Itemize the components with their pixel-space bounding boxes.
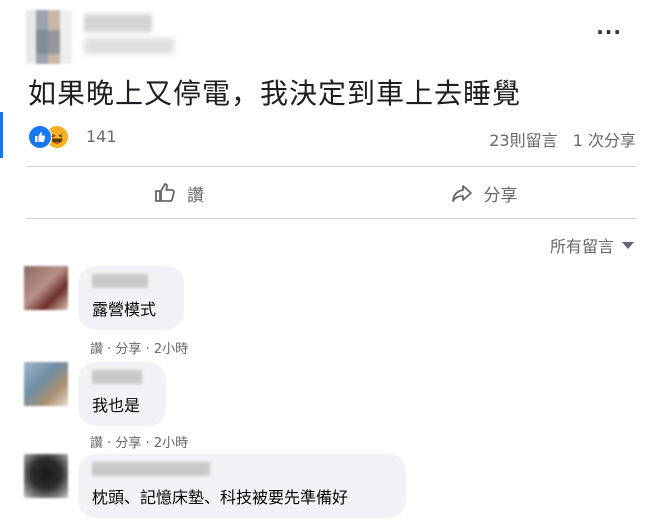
comment-item: 露營模式 讚 · 分享 · 2小時 bbox=[24, 266, 644, 357]
like-button[interactable]: 讚 bbox=[26, 168, 331, 218]
author-avatar[interactable] bbox=[26, 10, 72, 64]
post-stats: 141 23則留言 1 次分享 bbox=[28, 124, 636, 152]
comment-text: 我也是 bbox=[92, 396, 141, 415]
comment-count[interactable]: 23則留言 bbox=[489, 131, 557, 150]
comment-bubble: 我也是 bbox=[78, 362, 166, 426]
comment-like-link[interactable]: 讚 bbox=[90, 342, 103, 357]
comment-meta: 讚 · 分享 · 2小時 bbox=[90, 432, 188, 451]
separator: · bbox=[141, 342, 154, 357]
more-options-icon[interactable]: ··· bbox=[596, 22, 622, 42]
post-actions: 讚 分享 bbox=[26, 168, 636, 218]
comment-sort-label: 所有留言 bbox=[549, 237, 614, 256]
caret-down-icon bbox=[622, 241, 634, 249]
commenter-name-blurred[interactable] bbox=[92, 274, 148, 288]
divider-top bbox=[26, 166, 636, 167]
post-time-blurred bbox=[84, 38, 174, 54]
comment-item: 枕頭、記憶床墊、科技被要先準備好 bbox=[24, 454, 644, 520]
separator: · bbox=[141, 436, 154, 451]
like-reaction-icon bbox=[28, 125, 52, 149]
comment-share-link[interactable]: 分享 bbox=[115, 342, 141, 357]
share-arrow-icon bbox=[451, 185, 472, 202]
left-accent-bar bbox=[0, 112, 3, 158]
comment-meta: 讚 · 分享 · 2小時 bbox=[90, 338, 188, 357]
comment-time[interactable]: 2小時 bbox=[154, 342, 188, 357]
commenter-name-blurred[interactable] bbox=[92, 462, 210, 476]
commenter-avatar[interactable] bbox=[24, 454, 68, 498]
comment-bubble: 枕頭、記憶床墊、科技被要先準備好 bbox=[78, 454, 406, 518]
comment-text: 枕頭、記憶床墊、科技被要先準備好 bbox=[92, 488, 349, 507]
post-header: ··· bbox=[26, 10, 636, 64]
separator: · bbox=[103, 436, 116, 451]
share-button-label: 分享 bbox=[483, 185, 518, 206]
author-name-blurred[interactable] bbox=[84, 14, 152, 32]
comment-time[interactable]: 2小時 bbox=[154, 436, 188, 451]
comment-item: 我也是 讚 · 分享 · 2小時 bbox=[24, 362, 644, 452]
comment-share-link[interactable]: 分享 bbox=[115, 436, 141, 451]
post-text: 如果晚上又停電，我決定到車上去睡覺 bbox=[28, 77, 522, 110]
commenter-avatar[interactable] bbox=[24, 362, 68, 406]
comment-text: 露營模式 bbox=[92, 300, 157, 319]
reaction-count[interactable]: 141 bbox=[86, 127, 117, 146]
divider-bottom bbox=[26, 218, 636, 219]
commenter-avatar[interactable] bbox=[24, 266, 68, 310]
comment-sort-dropdown[interactable]: 所有留言 bbox=[550, 233, 634, 257]
thumbs-up-icon bbox=[155, 183, 175, 202]
reaction-icons[interactable] bbox=[28, 125, 76, 149]
commenter-name-blurred[interactable] bbox=[92, 370, 142, 384]
comment-like-link[interactable]: 讚 bbox=[90, 436, 103, 451]
share-count[interactable]: 1 次分享 bbox=[573, 131, 636, 150]
comments-shares-summary: 23則留言 1 次分享 bbox=[479, 127, 636, 151]
separator: · bbox=[103, 342, 116, 357]
share-button[interactable]: 分享 bbox=[331, 168, 636, 218]
like-button-label: 讚 bbox=[187, 185, 204, 206]
comment-bubble: 露營模式 bbox=[78, 266, 184, 330]
